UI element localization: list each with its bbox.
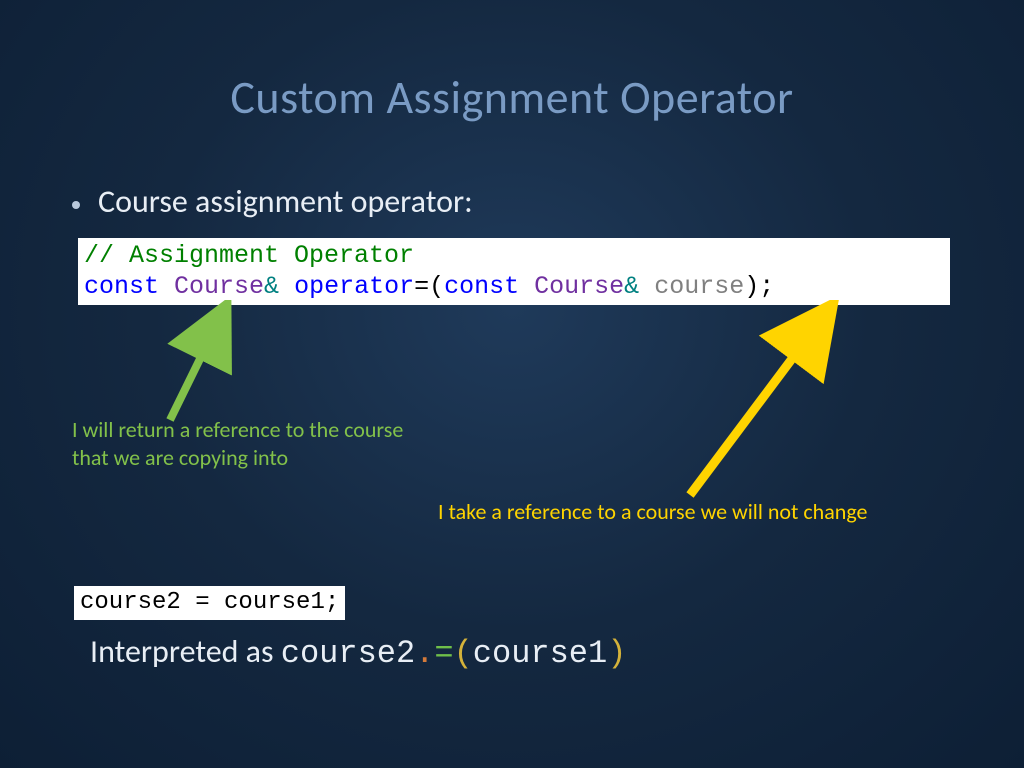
code-op: & <box>624 272 639 301</box>
code-block-usage: course2 = course1; <box>74 586 345 620</box>
interp-lparen: ( <box>454 635 473 672</box>
interp-eq: = <box>434 635 453 672</box>
bullet-item: Course assignment operator: <box>72 182 473 221</box>
code-op: & <box>264 272 279 301</box>
code-param: course <box>654 272 744 301</box>
annotation-return-reference: I will return a reference to the course … <box>72 416 472 471</box>
code-comment: // Assignment Operator <box>84 241 414 270</box>
interp-prefix: Interpreted as <box>90 632 281 671</box>
bullet-text: Course assignment operator: <box>98 182 473 221</box>
annotation-param-reference: I take a reference to a course we will n… <box>438 498 998 526</box>
code-plain: =( <box>414 272 444 301</box>
slide-title: Custom Assignment Operator <box>0 0 1024 126</box>
interp-dot: . <box>415 635 434 672</box>
code-block-declaration: // Assignment Operator const Course& ope… <box>78 238 950 305</box>
annotation-line: that we are copying into <box>72 444 472 472</box>
code-keyword: const <box>84 272 159 301</box>
code-plain: ); <box>744 272 774 301</box>
bullet-dot-icon <box>72 201 80 209</box>
interp-course1: course1 <box>473 635 607 672</box>
code-ident: course2 <box>80 589 195 616</box>
interp-course2: course2 <box>281 635 415 672</box>
code-type: Course <box>534 272 624 301</box>
interp-rparen: ) <box>607 635 626 672</box>
code-eq: = <box>195 589 209 616</box>
arrow-yellow-icon <box>660 300 860 510</box>
code-ident: course1 <box>210 589 325 616</box>
annotation-line: I will return a reference to the course <box>72 416 472 444</box>
interpretation-line: Interpreted as course2.=(course1) <box>90 632 626 672</box>
code-keyword: const <box>444 272 519 301</box>
code-operator: operator <box>294 272 414 301</box>
code-type: Course <box>174 272 264 301</box>
code-semi: ; <box>325 589 339 616</box>
